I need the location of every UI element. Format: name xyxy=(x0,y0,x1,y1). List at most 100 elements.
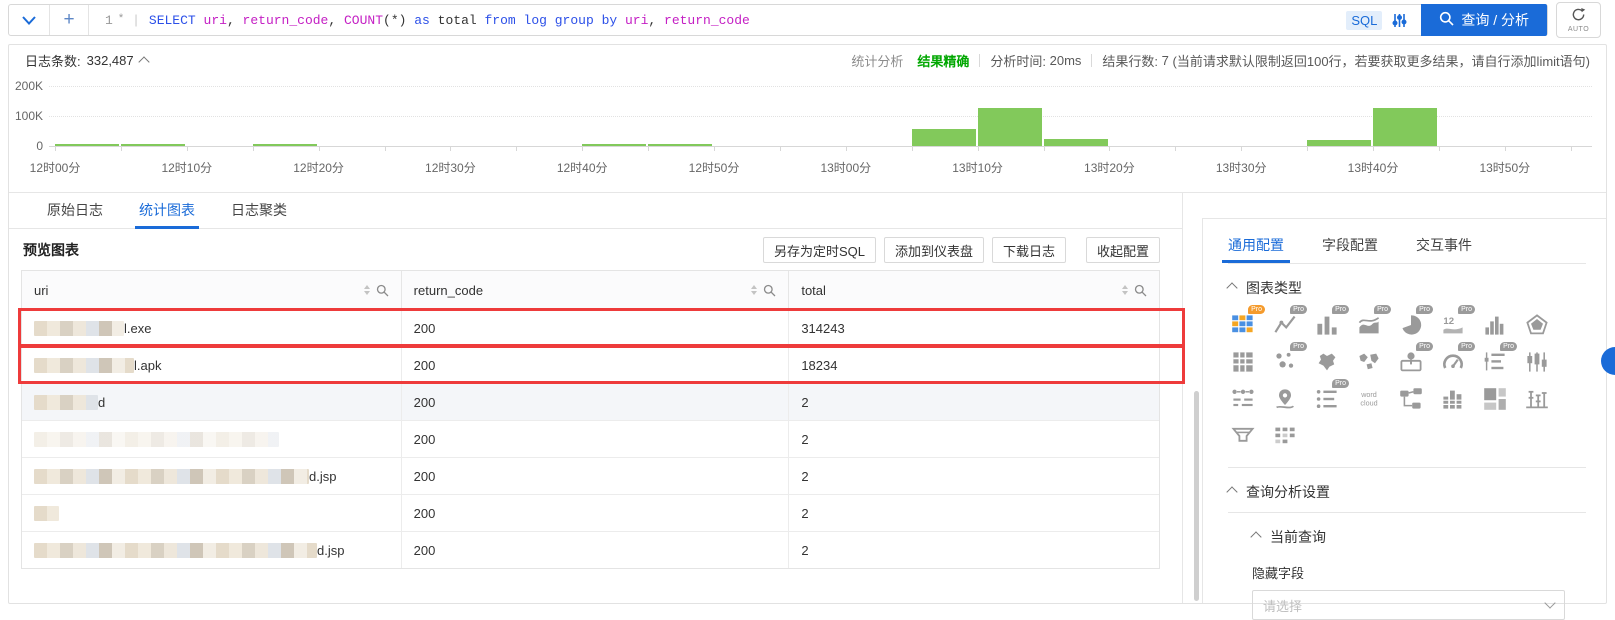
histogram-bar[interactable] xyxy=(1043,138,1108,146)
analysis-time-value: 20ms xyxy=(1049,52,1082,68)
y-axis-label: 0 xyxy=(36,139,43,153)
download-logs-button[interactable]: 下载日志 xyxy=(991,237,1066,263)
x-axis xyxy=(49,146,1592,147)
pro-badge: Pro xyxy=(1458,342,1475,351)
histogram-bar[interactable] xyxy=(252,143,317,146)
funnel-chart-icon[interactable] xyxy=(1228,421,1258,451)
query-analyze-button[interactable]: 查询 / 分析 xyxy=(1421,4,1547,36)
histogram-bar[interactable] xyxy=(977,107,1042,146)
uri-cell: l.exe xyxy=(22,310,402,346)
flow-chart-icon[interactable]: Pro xyxy=(1354,305,1391,340)
location-map-icon[interactable] xyxy=(1270,384,1300,414)
column-search-icon[interactable] xyxy=(1134,284,1147,297)
uri-suffix: d.jsp xyxy=(309,468,337,484)
gauge-chart-icon[interactable]: Pro xyxy=(1438,342,1475,377)
scatter-chart-icon[interactable]: Pro xyxy=(1270,342,1307,377)
uri-cell: d xyxy=(22,384,402,420)
list-chart-icon[interactable]: Pro xyxy=(1312,379,1349,414)
tab-interaction-events[interactable]: 交互事件 xyxy=(1416,235,1472,263)
collapse-section-icon[interactable] xyxy=(1226,282,1238,294)
uri-cell: d.jsp xyxy=(22,458,402,494)
x-axis-label: 12时50分 xyxy=(688,161,740,175)
collapse-section-icon[interactable] xyxy=(1250,531,1262,543)
collapse-section-icon[interactable] xyxy=(1226,486,1238,498)
x-axis-label: 13时50分 xyxy=(1479,161,1531,175)
log-histogram: 200K 100K 0 12时00分 12时10分 12时20分 12时30分 12时40分 1… xyxy=(9,75,1606,193)
auto-refresh-button[interactable]: AUTO xyxy=(1556,2,1601,38)
collapse-config-button[interactable]: 收起配置 xyxy=(1085,237,1160,263)
sql-token: as xyxy=(414,12,430,28)
column-search-icon[interactable] xyxy=(763,284,776,297)
sort-icon[interactable] xyxy=(363,285,370,295)
select-placeholder: 请选择 xyxy=(1263,598,1303,614)
histogram-bar[interactable] xyxy=(582,144,647,146)
distribution-icon[interactable] xyxy=(1522,384,1552,414)
histogram-icon[interactable] xyxy=(1480,310,1510,340)
sql-mode-badge[interactable]: SQL xyxy=(1346,10,1383,30)
total-cell: 314243 xyxy=(801,320,845,336)
total-cell: 2 xyxy=(801,394,809,410)
divider xyxy=(1228,467,1586,468)
chevron-down-icon xyxy=(1544,597,1556,609)
line-chart-icon[interactable]: Pro xyxy=(1270,305,1307,340)
histogram-bar[interactable] xyxy=(1307,140,1372,146)
column-header-return_code: return_code xyxy=(402,271,790,309)
histogram-bar[interactable] xyxy=(1373,107,1437,146)
table-row: d.jsp 200 2 xyxy=(22,531,1159,568)
query-settings-icon[interactable] xyxy=(1392,13,1407,28)
result-table: uri return_code total l.exe 200 314243 l.apk 20… xyxy=(18,270,1185,569)
save-as-scheduled-sql-button[interactable]: 另存为定时SQL xyxy=(762,237,876,263)
histogram-bar[interactable] xyxy=(55,144,119,146)
histogram-bar[interactable] xyxy=(648,144,713,146)
histogram-bar[interactable] xyxy=(911,128,976,146)
topology-chart-icon[interactable] xyxy=(1396,384,1426,414)
tab-field-config[interactable]: 字段配置 xyxy=(1322,235,1378,263)
collapse-histogram-icon[interactable] xyxy=(137,56,150,68)
sql-query-input[interactable]: SELECT uri, return_code, COUNT(*) as tot… xyxy=(149,13,1346,28)
add-to-dashboard-button[interactable]: 添加到仪表盘 xyxy=(883,237,984,263)
rank-list-icon[interactable]: Pro xyxy=(1480,342,1517,377)
histogram-bar[interactable] xyxy=(120,144,185,146)
sql-token: , xyxy=(648,12,665,28)
sort-icon[interactable] xyxy=(1122,285,1128,295)
x-axis-tick xyxy=(977,146,979,151)
tab-statistics-chart[interactable]: 统计图表 xyxy=(135,193,199,229)
treemap-icon[interactable] xyxy=(1480,384,1510,414)
column-label: return_code xyxy=(413,282,484,298)
tab-log-clustering[interactable]: 日志聚类 xyxy=(231,193,287,228)
bar-chart-icon[interactable]: Pro xyxy=(1312,305,1349,340)
query-settings-section-header: 查询分析设置 xyxy=(1226,482,1586,502)
add-query-tab-button[interactable]: + xyxy=(50,5,89,35)
redacted-uri xyxy=(34,542,317,558)
world-map-icon[interactable] xyxy=(1354,347,1384,377)
sql-token: ( xyxy=(383,12,391,28)
radar-chart-icon[interactable] xyxy=(1522,310,1552,340)
pie-chart-icon[interactable]: Pro xyxy=(1396,305,1433,340)
word-cloud-icon[interactable]: word cloud xyxy=(1354,384,1384,414)
x-axis-tick xyxy=(911,146,913,151)
sort-icon[interactable] xyxy=(751,285,758,295)
sql-token: uri xyxy=(203,12,227,28)
column-3d-icon[interactable] xyxy=(1438,384,1468,414)
query-history-toggle[interactable] xyxy=(9,5,50,35)
table-header: uri return_code total xyxy=(22,271,1159,309)
china-map-icon[interactable] xyxy=(1312,347,1342,377)
matrix-table-icon[interactable] xyxy=(1270,421,1300,451)
map-pin-chart-icon[interactable]: Pro xyxy=(1396,342,1433,377)
gantt-chart-icon[interactable] xyxy=(1522,347,1552,377)
single-value-icon[interactable]: 12 Pro xyxy=(1438,305,1475,340)
cross-table-icon[interactable] xyxy=(1228,347,1258,377)
table-chart-icon[interactable]: Pro xyxy=(1228,305,1265,340)
hidden-fields-select[interactable]: 请选择 xyxy=(1252,590,1565,620)
x-axis-tick xyxy=(1043,146,1045,151)
x-axis-tick xyxy=(1438,146,1440,151)
x-axis-tick xyxy=(450,146,452,151)
tab-raw-logs[interactable]: 原始日志 xyxy=(47,193,103,228)
return-code-cell: 200 xyxy=(402,495,790,531)
sql-token: log xyxy=(523,12,547,28)
column-search-icon[interactable] xyxy=(376,284,389,297)
sankey-chart-icon[interactable] xyxy=(1228,384,1258,414)
scrollbar-thumb[interactable] xyxy=(1194,391,1199,601)
tab-general-config[interactable]: 通用配置 xyxy=(1222,235,1290,263)
search-icon xyxy=(1439,11,1454,29)
